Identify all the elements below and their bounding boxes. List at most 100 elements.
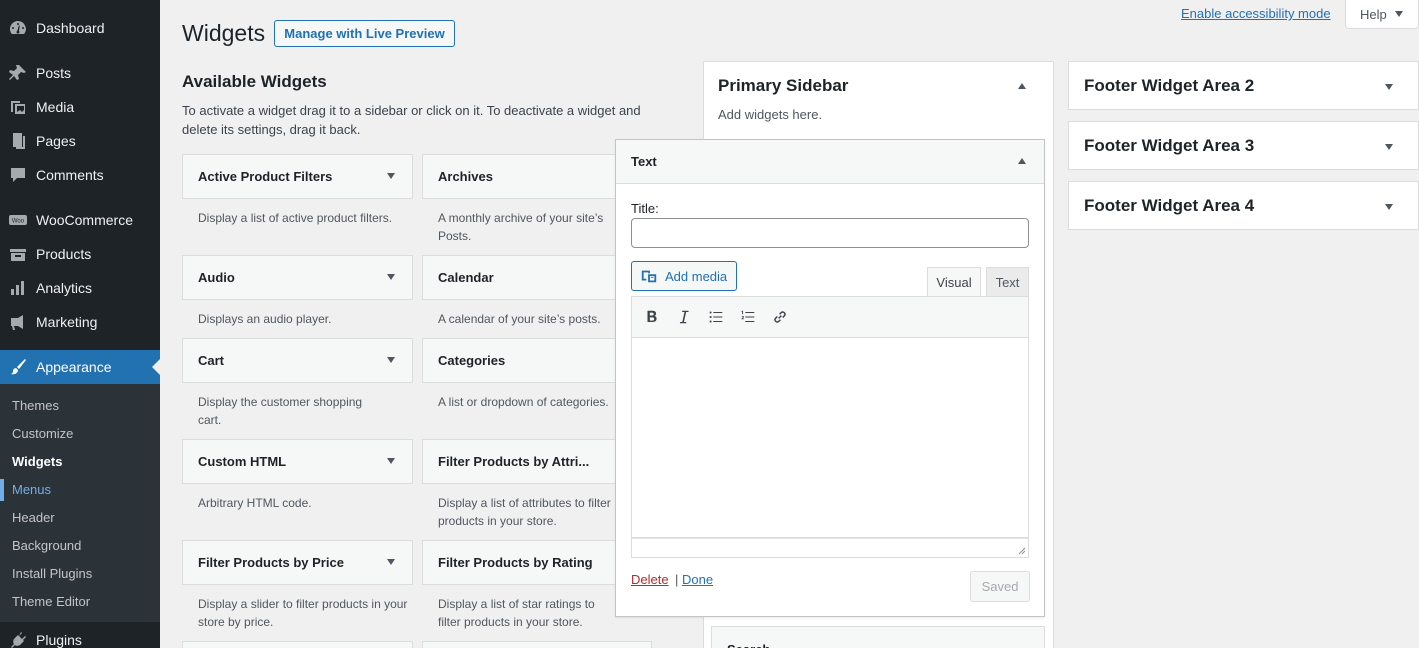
widget-description: Display a list of active product filters… [198,211,393,225]
numbered-list-icon[interactable] [732,302,764,332]
media-icon [0,97,36,117]
dashboard-icon [0,18,36,38]
sidebar-item-dashboard[interactable]: Dashboard [0,11,160,45]
accessibility-mode-link[interactable]: Enable accessibility mode [1181,6,1331,21]
caret-down-icon [1394,11,1403,17]
widget-next[interactable] [182,641,413,648]
submenu-header[interactable]: Header [12,510,55,525]
footer-widget-area-3[interactable]: Footer Widget Area 3 [1068,121,1419,170]
help-tab[interactable]: Help [1345,0,1419,29]
sidebar-item-plugins[interactable]: Plugins [0,623,160,648]
submenu-themes[interactable]: Themes [12,398,59,413]
caret-down-icon[interactable] [387,357,395,363]
text-widget-title: Text [631,154,657,169]
submenu-hover-marker [0,479,4,501]
editor-toolbar [631,296,1029,338]
submenu-install-plugins[interactable]: Install Plugins [12,566,92,581]
submenu-theme-editor[interactable]: Theme Editor [12,594,90,609]
sidebar-item-analytics[interactable]: Analytics [0,271,160,305]
footer-widget-area-2[interactable]: Footer Widget Area 2 [1068,61,1419,110]
add-media-icon [641,270,657,283]
pushpin-icon [0,63,36,83]
delete-link[interactable]: Delete [631,572,669,587]
primary-sidebar-title[interactable]: Primary Sidebar [718,76,848,96]
widget-audio[interactable]: Audio [182,255,413,300]
widget-cart[interactable]: Cart [182,338,413,383]
available-widgets-title: Available Widgets [182,72,327,91]
widget-description: A calendar of your site’s posts. [438,312,601,326]
caret-down-icon[interactable] [387,559,395,565]
sidebar-item-products[interactable]: Products [0,237,160,271]
caret-down-icon[interactable] [387,274,395,280]
caret-down-icon[interactable] [1385,144,1393,150]
widget-description: Display a list of star ratings to filter… [438,597,595,629]
sidebar-item-appearance[interactable]: Appearance [0,350,160,384]
link-icon[interactable] [764,302,796,332]
tab-text[interactable]: Text [986,267,1029,296]
done-link[interactable]: Done [682,572,713,587]
widget-description: Display the customer shopping cart. [198,395,363,427]
resize-handle-icon[interactable] [1016,545,1026,555]
bold-icon[interactable] [636,302,668,332]
analytics-icon [0,278,36,298]
appearance-submenu: Themes Customize Widgets Menus Header Ba… [0,384,160,622]
collapse-arrow-icon[interactable] [1018,83,1026,89]
submenu-menus[interactable]: Menus [12,482,51,497]
text-widget-header[interactable]: Text [616,140,1044,184]
widget-active-product-filters[interactable]: Active Product Filters [182,154,413,199]
caret-down-icon[interactable] [387,458,395,464]
widget-description: Displays an audio player. [198,312,332,326]
megaphone-icon [0,312,36,332]
widget-search[interactable]: Search [711,626,1045,648]
editor-content-area[interactable] [631,338,1029,538]
sidebar-item-pages[interactable]: Pages [0,124,160,158]
widget-description: A monthly archive of your site’s Posts. [438,211,604,243]
widget-description: Arbitrary HTML code. [198,496,312,510]
widget-description: Display a list of attributes to filter p… [438,496,611,528]
caret-down-icon[interactable] [387,173,395,179]
available-widgets-description: To activate a widget drag it to a sideba… [182,103,641,137]
footer-area-title: Footer Widget Area 3 [1084,136,1255,155]
collapse-arrow-icon[interactable] [1018,158,1026,164]
title-label: Title: [631,201,659,216]
widget-description: Display a slider to filter products in y… [198,597,408,629]
sidebar-item-media[interactable]: Media [0,90,160,124]
woocommerce-icon: Woo [0,210,36,230]
text-widget-panel: Text Title: Add media Visual Text Delete… [615,139,1045,617]
widget-custom-html[interactable]: Custom HTML [182,439,413,484]
primary-sidebar-hint: Add widgets here. [718,107,823,122]
add-media-button[interactable]: Add media [631,261,737,291]
paintbrush-icon [0,357,36,377]
widget-next[interactable] [422,641,652,648]
live-preview-button[interactable]: Manage with Live Preview [274,20,455,47]
tab-visual[interactable]: Visual [927,267,981,297]
pages-icon [0,131,36,151]
caret-down-icon[interactable] [1385,84,1393,90]
caret-down-icon[interactable] [1385,204,1393,210]
editor-statusbar [631,538,1029,558]
plugin-icon [0,630,36,648]
submenu-background[interactable]: Background [12,538,81,553]
saved-button[interactable]: Saved [970,571,1030,602]
help-label: Help [1360,6,1387,22]
italic-icon[interactable] [668,302,700,332]
widget-filter-products-by-price[interactable]: Filter Products by Price [182,540,413,585]
widget-description: A list or dropdown of categories. [438,395,609,409]
footer-area-title: Footer Widget Area 4 [1084,196,1255,215]
submenu-widgets[interactable]: Widgets [12,454,62,469]
sidebar-item-woocommerce[interactable]: Woo WooCommerce [0,203,160,237]
sidebar-item-comments[interactable]: Comments [0,158,160,192]
sidebar-item-posts[interactable]: Posts [0,56,160,90]
footer-widget-area-4[interactable]: Footer Widget Area 4 [1068,181,1419,230]
bulleted-list-icon[interactable] [700,302,732,332]
footer-area-title: Footer Widget Area 2 [1084,76,1255,95]
svg-text:Woo: Woo [12,219,25,225]
products-icon [0,244,36,264]
admin-sidebar: Dashboard Posts Media Pages Comments Woo… [0,0,160,648]
sidebar-item-marketing[interactable]: Marketing [0,305,160,339]
title-input[interactable] [631,218,1029,248]
comment-icon [0,165,36,185]
page-title: Widgets [182,20,266,46]
submenu-customize[interactable]: Customize [12,426,73,441]
link-separator: | [675,572,679,587]
